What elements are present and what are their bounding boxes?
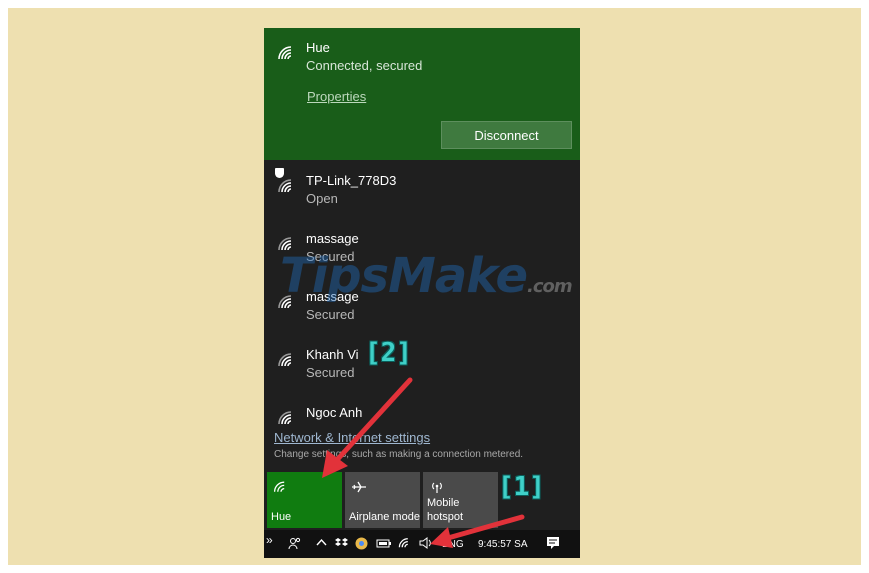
hotspot-icon — [429, 480, 445, 494]
airplane-mode-tile[interactable]: Airplane mode — [345, 472, 420, 528]
chevron-up-icon[interactable] — [316, 537, 327, 550]
shield-icon — [275, 168, 284, 178]
wifi-icon — [277, 236, 297, 252]
mobile-hotspot-tile[interactable]: Mobile hotspot — [423, 472, 498, 528]
properties-link[interactable]: Properties — [307, 89, 366, 104]
wifi-tile-label: Hue — [271, 511, 292, 523]
battery-icon[interactable] — [376, 538, 392, 552]
airplane-icon — [351, 480, 367, 494]
annotation-label-1: [1] — [498, 472, 545, 502]
network-name: massage — [306, 231, 359, 246]
wifi-icon — [277, 45, 297, 61]
disconnect-button[interactable]: Disconnect — [441, 121, 572, 149]
wifi-icon — [277, 410, 297, 426]
wifi-tray-icon[interactable] — [398, 537, 412, 552]
wifi-icon — [277, 352, 297, 368]
action-center-icon[interactable] — [546, 536, 560, 553]
volume-icon[interactable] — [419, 537, 433, 552]
connected-network-name: Hue — [306, 40, 330, 55]
annotation-label-2: [2] — [365, 338, 412, 368]
connected-network[interactable]: Hue Connected, secured Properties Discon… — [264, 28, 580, 160]
network-name: Khanh Vi — [306, 347, 359, 362]
chrome-icon[interactable] — [355, 537, 368, 553]
clock[interactable]: 9:45:57 SA — [478, 539, 527, 550]
people-icon[interactable] — [288, 536, 302, 553]
network-status: Secured — [306, 307, 355, 322]
network-settings-link[interactable]: Network & Internet settings — [274, 430, 430, 445]
network-name: TP-Link_778D3 — [306, 173, 397, 188]
taskbar-overflow[interactable]: » — [266, 533, 273, 547]
wifi-tile[interactable]: Hue — [267, 472, 342, 528]
network-status: Secured — [306, 365, 355, 380]
network-name: Ngoc Anh — [306, 405, 363, 420]
wifi-icon — [277, 294, 297, 310]
network-name: massage — [306, 289, 359, 304]
language-indicator[interactable]: ENG — [442, 539, 464, 550]
network-settings-description: Change settings, such as making a connec… — [274, 449, 524, 460]
network-status: Open — [306, 191, 338, 206]
airplane-mode-label: Airplane mode — [349, 511, 420, 523]
dropbox-icon[interactable] — [335, 537, 348, 551]
wifi-icon — [277, 178, 297, 194]
connected-network-status: Connected, secured — [306, 58, 423, 73]
wifi-icon — [273, 480, 289, 494]
taskbar: » ENG 9:45:57 SA — [264, 530, 580, 558]
network-status: Secured — [306, 249, 355, 264]
mobile-hotspot-label: Mobile hotspot — [427, 497, 464, 523]
